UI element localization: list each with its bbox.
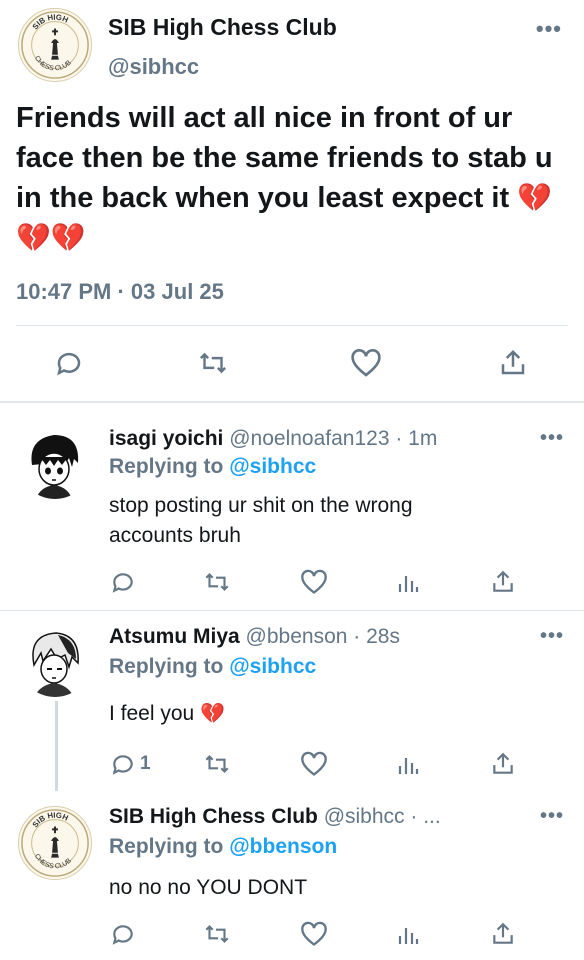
reply-text-line: no no no YOU DONT: [109, 876, 308, 899]
reply-author-name[interactable]: Atsumu Miya: [109, 625, 240, 648]
analytics-icon[interactable]: [396, 569, 420, 595]
replying-to-link[interactable]: @bbenson: [229, 835, 337, 858]
replying-to-link[interactable]: @sibhcc: [229, 655, 316, 678]
reply-author-handle[interactable]: @sibhcc · ...: [324, 805, 441, 828]
main-tweet-body: Friends will act all nice in front of ur…: [16, 102, 553, 214]
replying-to-link[interactable]: @sibhcc: [229, 455, 316, 478]
main-tweet-timestamp[interactable]: 10:47 PM · 03 Jul 25: [16, 279, 224, 305]
share-icon[interactable]: [490, 921, 516, 947]
like-icon[interactable]: [300, 921, 328, 947]
replying-to: Replying to @sibhcc: [109, 655, 316, 679]
club-avatar[interactable]: SIB HIGH CHESS CLUB: [18, 806, 92, 880]
reply-actions: [0, 921, 584, 951]
reply-icon[interactable]: [54, 348, 84, 378]
reply-author-handle[interactable]: @bbenson · 28s: [246, 625, 400, 648]
avatar[interactable]: [18, 623, 92, 697]
club-avatar[interactable]: SIB HIGH CHESS CLUB: [18, 8, 92, 82]
like-icon[interactable]: [350, 348, 382, 378]
reply-tweet: isagi yoichi @noelnoafan123 · 1m ••• Rep…: [0, 403, 584, 610]
reply-text-line: I feel you: [109, 702, 195, 725]
anime-avatar-icon: [18, 623, 92, 697]
reply-icon[interactable]: [110, 569, 136, 595]
reply-author-name[interactable]: SIB High Chess Club: [109, 805, 318, 828]
chess-club-logo: SIB HIGH CHESS CLUB: [21, 11, 89, 79]
share-icon[interactable]: [490, 751, 516, 777]
share-icon[interactable]: [498, 348, 528, 378]
main-tweet-author-handle[interactable]: @sibhcc: [108, 54, 199, 80]
replying-to-label: Replying to: [109, 455, 224, 478]
reply-actions: 1: [0, 751, 584, 781]
main-tweet-author-name[interactable]: SIB High Chess Club: [108, 14, 337, 41]
reply-author-name[interactable]: isagi yoichi: [109, 427, 223, 450]
more-icon[interactable]: •••: [536, 16, 562, 42]
main-tweet-actions: [0, 340, 584, 384]
reply-text-line: stop posting ur shit on the wrong: [109, 494, 413, 517]
analytics-icon[interactable]: [396, 751, 420, 777]
more-icon[interactable]: •••: [540, 427, 564, 450]
broken-heart-emoji: 💔: [200, 703, 225, 725]
like-icon[interactable]: [300, 751, 328, 777]
more-icon[interactable]: •••: [540, 805, 564, 828]
replying-to-label: Replying to: [109, 655, 224, 678]
reply-actions: [0, 569, 584, 599]
replying-to: Replying to @sibhcc: [109, 455, 316, 479]
reply-count: 1: [140, 753, 151, 774]
reply-text-line: accounts bruh: [109, 524, 241, 547]
reply-meta: isagi yoichi @noelnoafan123 · 1m: [109, 427, 437, 451]
more-icon[interactable]: •••: [540, 625, 564, 648]
replying-to: Replying to @bbenson: [109, 835, 337, 859]
reply-meta: Atsumu Miya @bbenson · 28s: [109, 625, 400, 649]
retweet-icon[interactable]: [202, 921, 232, 947]
retweet-icon[interactable]: [196, 348, 230, 378]
main-tweet-text: Friends will act all nice in front of ur…: [16, 98, 576, 258]
analytics-icon[interactable]: [396, 921, 420, 947]
retweet-icon[interactable]: [202, 569, 232, 595]
chess-club-logo: SIB HIGH CHESS CLUB: [21, 809, 89, 877]
reply-icon[interactable]: [110, 921, 136, 947]
divider: [16, 325, 568, 326]
main-tweet: SIB HIGH CHESS CLUB SIB High Chess Club …: [0, 0, 584, 403]
anime-avatar-icon: [18, 425, 92, 499]
retweet-icon[interactable]: [202, 751, 232, 777]
reply-text: I feel you 💔: [109, 699, 225, 729]
like-icon[interactable]: [300, 569, 328, 595]
reply-tweet: SIB HIGH CHESS CLUB SIB High Chess Club …: [0, 791, 584, 960]
reply-text: stop posting ur shit on the wrong accoun…: [109, 491, 413, 551]
reply-text: no no no YOU DONT: [109, 873, 307, 903]
reply-meta: SIB High Chess Club @sibhcc · ...: [109, 805, 441, 829]
avatar[interactable]: [18, 425, 92, 499]
reply-tweet: Atsumu Miya @bbenson · 28s ••• Replying …: [0, 611, 584, 791]
share-icon[interactable]: [490, 569, 516, 595]
reply-author-handle[interactable]: @noelnoafan123 · 1m: [229, 427, 437, 450]
replying-to-label: Replying to: [109, 835, 224, 858]
reply-icon[interactable]: 1: [110, 751, 151, 777]
